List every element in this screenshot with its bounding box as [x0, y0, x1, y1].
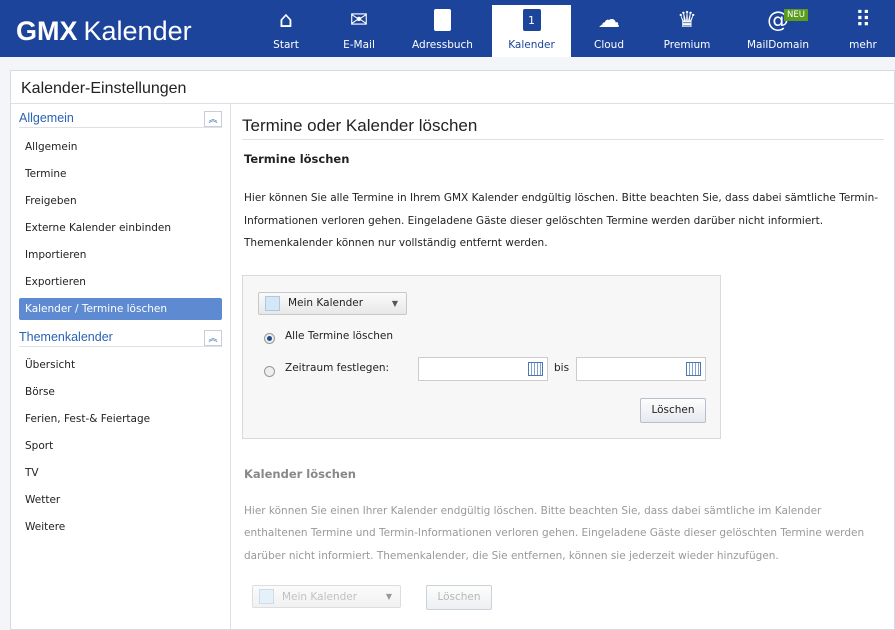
- crown-icon: ♛: [677, 7, 697, 33]
- calendar-select-disabled[interactable]: Mein Kalender ▼: [252, 585, 401, 608]
- radio-zeitraum[interactable]: [264, 365, 275, 377]
- sidebar-item-freigeben[interactable]: Freigeben: [19, 188, 222, 215]
- gmx-logo[interactable]: GMX Kalender: [16, 16, 192, 47]
- section-title: Termine oder Kalender löschen: [242, 104, 884, 140]
- chevron-down-icon: ▼: [385, 592, 392, 601]
- top-header: GMX Kalender ⌂ Start ✉ E-Mail Adressbuch 1K…: [0, 0, 895, 57]
- addressbook-icon: [434, 5, 451, 35]
- chevron-down-icon: ▼: [391, 298, 398, 308]
- nav-adressbuch[interactable]: Adressbuch: [405, 5, 480, 57]
- calendar-select[interactable]: Mein Kalender ▼: [258, 291, 407, 315]
- sidebar-item-allgemein[interactable]: Allgemein: [19, 134, 222, 161]
- page-title: Kalender-Einstellungen: [11, 71, 894, 104]
- nav-email[interactable]: ✉ E-Mail: [334, 5, 384, 57]
- nav-start[interactable]: ⌂ Start: [266, 5, 306, 57]
- delete-kalender-button[interactable]: Löschen: [426, 585, 492, 610]
- home-icon: ⌂: [279, 7, 293, 33]
- date-from-input[interactable]: [418, 356, 548, 381]
- nav-cloud[interactable]: ☁ Cloud: [585, 5, 633, 57]
- mail-icon: ✉: [349, 7, 369, 33]
- calendar-icon: 1: [522, 5, 541, 35]
- kalender-loeschen-section: Kalender löschen Hier können Sie einen I…: [242, 467, 884, 620]
- kalender-heading: Kalender löschen: [244, 466, 356, 481]
- sidebar-item-externe-kalender[interactable]: Externe Kalender einbinden: [19, 215, 222, 242]
- collapse-icon[interactable]: ︽: [204, 330, 222, 346]
- sidebar-item-uebersicht[interactable]: Übersicht: [19, 352, 222, 379]
- nav-mehr[interactable]: ⠿ mehr: [843, 5, 883, 57]
- sidebar: Allgemein ︽ Allgemein Termine Freigeben E…: [11, 104, 231, 629]
- sidebar-item-wetter[interactable]: Wetter: [19, 487, 222, 514]
- calendar-color-swatch: [259, 589, 274, 604]
- sidebar-item-boerse[interactable]: Börse: [19, 379, 222, 406]
- sidebar-group-themenkalender[interactable]: Themenkalender ︽: [19, 323, 222, 347]
- kalender-description: Hier können Sie einen Ihrer Kalender end…: [244, 504, 865, 562]
- bis-label: bis: [554, 361, 570, 374]
- sidebar-item-termine[interactable]: Termine: [19, 161, 222, 188]
- termine-heading: Termine löschen: [244, 152, 350, 166]
- radio-zeitraum-label: Zeitraum festlegen:: [285, 361, 390, 374]
- delete-termine-button[interactable]: Löschen: [640, 397, 706, 423]
- settings-panel: Kalender-Einstellungen Allgemein ︽ Allgem…: [10, 70, 895, 630]
- date-to-input[interactable]: [576, 356, 706, 381]
- grid-icon: ⠿: [854, 7, 872, 33]
- calendar-picker-icon[interactable]: [686, 361, 701, 376]
- radio-all-termine[interactable]: [264, 332, 275, 344]
- nav-premium[interactable]: ♛ Premium: [655, 5, 719, 57]
- radio-all-label: Alle Termine löschen: [285, 329, 393, 342]
- sidebar-item-feiertage[interactable]: Ferien, Fest-& Feiertage: [19, 406, 222, 433]
- sidebar-item-importieren[interactable]: Importieren: [19, 242, 222, 269]
- calendar-picker-icon[interactable]: [528, 361, 543, 376]
- calendar-color-swatch: [265, 295, 280, 311]
- main-content: Termine oder Kalender löschen Termine lö…: [242, 104, 884, 619]
- nav-kalender[interactable]: 1 Kalender: [492, 5, 571, 57]
- sidebar-item-weitere[interactable]: Weitere: [19, 514, 222, 541]
- termine-delete-box: Mein Kalender ▼ Alle Termine löschen Zeit…: [242, 274, 721, 439]
- collapse-icon[interactable]: ︽: [204, 111, 222, 127]
- termine-description: Hier können Sie alle Termine in Ihrem GM…: [244, 192, 879, 249]
- cloud-icon: ☁: [598, 7, 620, 33]
- sidebar-item-sport[interactable]: Sport: [19, 433, 222, 460]
- nav-maildomain[interactable]: @ MailDomain NEU: [740, 5, 816, 57]
- new-badge: NEU: [784, 9, 808, 21]
- sidebar-item-tv[interactable]: TV: [19, 460, 222, 487]
- sidebar-item-loeschen[interactable]: Kalender / Termine löschen: [19, 298, 222, 320]
- sidebar-item-exportieren[interactable]: Exportieren: [19, 269, 222, 296]
- sidebar-group-allgemein[interactable]: Allgemein ︽: [19, 104, 222, 128]
